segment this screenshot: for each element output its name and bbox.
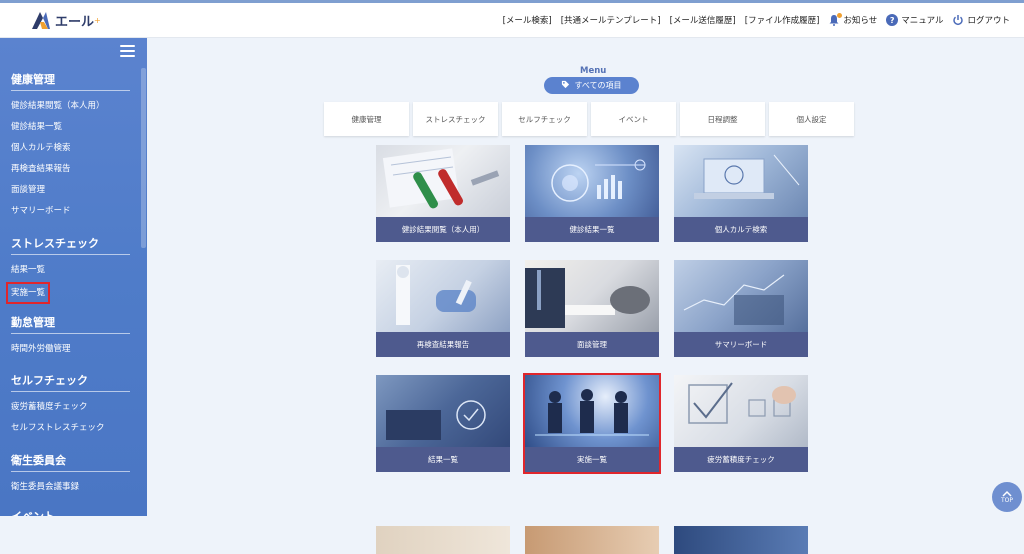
top-header: エール + [メール検索] [共通メールテンプレート] [メール送信履歴] [ファ… — [0, 3, 1024, 38]
sidebar-scrollbar[interactable] — [141, 68, 146, 248]
sidebar: 健康管理 健診結果閲覧（本人用） 健診結果一覧 個人カルテ検索 再検査結果報告 … — [0, 38, 147, 516]
logo-mark-icon — [32, 12, 50, 29]
highlighted-sidebar-item: 実施一覧 — [6, 282, 51, 304]
menu-card-recheck-report[interactable]: 再検査結果報告 — [376, 260, 510, 357]
power-icon — [952, 14, 964, 26]
card-image — [525, 145, 659, 217]
card-image — [376, 145, 510, 217]
bell-icon — [828, 13, 843, 26]
card-image — [674, 375, 808, 447]
menu-card-chart-search[interactable]: 個人カルテ検索 — [674, 145, 808, 242]
tab-self-check[interactable]: セルフチェック — [502, 102, 587, 136]
card-image — [376, 260, 510, 332]
help-icon: ? — [886, 14, 899, 26]
tag-icon — [561, 80, 570, 91]
card-caption: 個人カルテ検索 — [674, 217, 808, 242]
header-links: [メール検索] [共通メールテンプレート] [メール送信履歴] [ファイル作成履… — [494, 3, 1010, 37]
logout-link[interactable]: ログアウト — [952, 14, 1010, 26]
sidebar-item-stress-results[interactable]: 結果一覧 — [11, 264, 130, 276]
sidebar-section-stress: ストレスチェック 結果一覧 実施一覧 — [6, 235, 130, 304]
menu-card-checkup-list[interactable]: 健診結果一覧 — [525, 145, 659, 242]
sidebar-section-committee: 衛生委員会 衛生委員会議事録 — [11, 452, 130, 493]
menu-card-fatigue-check[interactable]: 疲労蓄積度チェック — [674, 375, 808, 472]
hamburger-menu-icon[interactable] — [120, 45, 135, 58]
card-caption: 疲労蓄積度チェック — [674, 447, 808, 472]
menu-card-stress-implementation[interactable]: 実施一覧 — [523, 373, 661, 474]
notice-label: お知らせ — [843, 16, 878, 26]
card-caption: 健診結果一覧 — [525, 217, 659, 242]
tab-event[interactable]: イベント — [591, 102, 676, 136]
sidebar-item-committee-minutes[interactable]: 衛生委員会議事録 — [11, 481, 130, 493]
menu-card-summary-board[interactable]: サマリーボード — [674, 260, 808, 357]
sidebar-item-self-stress-check[interactable]: セルフストレスチェック — [11, 422, 130, 434]
menu-card-interview[interactable]: 面談管理 — [525, 260, 659, 357]
card-caption: 再検査結果報告 — [376, 332, 510, 357]
back-to-top-label: TOP — [1000, 497, 1013, 504]
sidebar-section-event: イベント — [11, 508, 130, 516]
category-tabs: 健康管理 ストレスチェック セルフチェック イベント 日程調整 個人設定 — [324, 102, 858, 136]
logo-text: エール — [55, 14, 95, 30]
menu-card-partial[interactable] — [525, 526, 659, 554]
card-image — [376, 375, 510, 447]
card-caption: 健診結果閲覧（本人用） — [376, 217, 510, 242]
card-image — [525, 260, 659, 332]
sidebar-section-title: イベント — [11, 508, 130, 516]
menu-card-partial[interactable] — [376, 526, 510, 554]
menu-card-partial[interactable] — [674, 526, 808, 554]
sidebar-item-chart-search[interactable]: 個人カルテ検索 — [11, 142, 130, 154]
tab-schedule[interactable]: 日程調整 — [680, 102, 765, 136]
file-history-link[interactable]: [ファイル作成履歴] — [745, 14, 820, 26]
sidebar-item-fatigue-check[interactable]: 疲労蓄積度チェック — [11, 401, 130, 413]
main-content: Menu すべての項目 健康管理 ストレスチェック セルフチェック イベント 日… — [147, 38, 1024, 554]
sidebar-item-interview[interactable]: 面談管理 — [11, 184, 130, 196]
sidebar-section-title: 健康管理 — [11, 71, 130, 91]
sidebar-section-health: 健康管理 健診結果閲覧（本人用） 健診結果一覧 個人カルテ検索 再検査結果報告 … — [11, 71, 130, 217]
sidebar-section-title: ストレスチェック — [11, 235, 130, 255]
card-caption: サマリーボード — [674, 332, 808, 357]
mail-search-link[interactable]: [メール検索] — [503, 14, 552, 26]
menu-heading: Menu — [580, 66, 607, 76]
sidebar-item-checkup-list[interactable]: 健診結果一覧 — [11, 121, 130, 133]
sidebar-section-title: セルフチェック — [11, 372, 130, 392]
menu-card-checkup-self[interactable]: 健診結果閲覧（本人用） — [376, 145, 510, 242]
notice-link[interactable]: お知らせ — [828, 13, 878, 26]
sidebar-section-title: 衛生委員会 — [11, 452, 130, 472]
app-logo[interactable]: エール + — [30, 10, 101, 30]
manual-link[interactable]: ? マニュアル — [886, 14, 943, 26]
tab-health[interactable]: 健康管理 — [324, 102, 409, 136]
mail-template-link[interactable]: [共通メールテンプレート] — [561, 14, 661, 26]
card-image — [525, 375, 659, 447]
all-items-button[interactable]: すべての項目 — [544, 77, 639, 94]
all-items-label: すべての項目 — [574, 81, 622, 90]
manual-label: マニュアル — [901, 16, 944, 26]
chevron-up-icon — [1002, 490, 1012, 497]
card-caption: 実施一覧 — [525, 447, 659, 472]
sidebar-item-checkup-self[interactable]: 健診結果閲覧（本人用） — [11, 100, 130, 112]
logout-label: ログアウト — [967, 16, 1010, 26]
sidebar-item-summary-board[interactable]: サマリーボード — [11, 205, 130, 217]
card-caption: 結果一覧 — [376, 447, 510, 472]
tab-personal-settings[interactable]: 個人設定 — [769, 102, 854, 136]
menu-card-stress-results[interactable]: 結果一覧 — [376, 375, 510, 472]
back-to-top-button[interactable]: TOP — [992, 482, 1022, 512]
sidebar-section-selfcheck: セルフチェック 疲労蓄積度チェック セルフストレスチェック — [11, 372, 130, 434]
sidebar-section-title: 勤怠管理 — [11, 314, 130, 334]
card-caption: 面談管理 — [525, 332, 659, 357]
tab-stress-check[interactable]: ストレスチェック — [413, 102, 498, 136]
mail-history-link[interactable]: [メール送信履歴] — [670, 14, 736, 26]
sidebar-item-overtime[interactable]: 時間外労働管理 — [11, 343, 130, 355]
card-image — [674, 260, 808, 332]
sidebar-item-stress-implementation[interactable]: 実施一覧 — [6, 282, 130, 304]
logo-plus: + — [94, 15, 101, 25]
sidebar-item-recheck-report[interactable]: 再検査結果報告 — [11, 163, 130, 175]
card-image — [674, 145, 808, 217]
sidebar-section-attendance: 勤怠管理 時間外労働管理 — [11, 314, 130, 355]
